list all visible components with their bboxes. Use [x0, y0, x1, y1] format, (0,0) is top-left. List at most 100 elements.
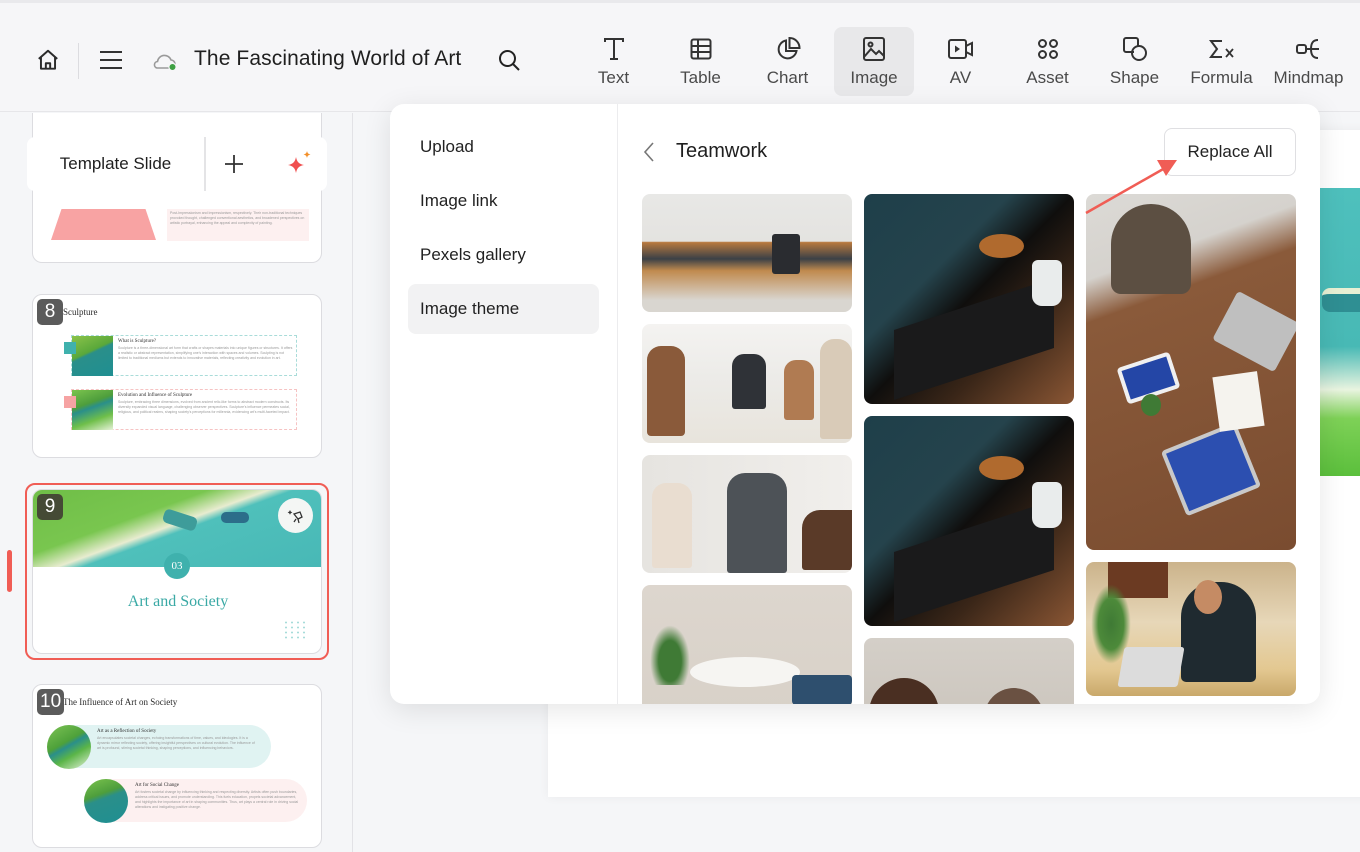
video-icon	[947, 39, 973, 59]
cloud-sync-icon	[153, 54, 177, 72]
toolbar-text[interactable]: Text	[570, 27, 657, 96]
insert-toolbar: Text Table Chart Image AV Asset Shape Fo…	[570, 27, 1352, 97]
toolbar-image[interactable]: Image	[834, 27, 914, 96]
photo-person	[1111, 204, 1191, 294]
theme-photo-laptop-coffee-2[interactable]	[864, 416, 1074, 626]
toolbar-shape-label: Shape	[1109, 68, 1160, 87]
photo-coffee-cup	[1032, 482, 1062, 528]
slide-10-body-1: Art encapsulates societal changes, echoi…	[97, 736, 255, 750]
text-icon	[603, 38, 624, 60]
photo-plant	[1141, 394, 1161, 416]
slide-8-icon-2	[64, 396, 76, 408]
toolbar-mindmap[interactable]: Mindmap	[1265, 27, 1352, 96]
photo-croissant	[979, 234, 1024, 258]
template-slide-group: Template Slide	[27, 137, 261, 191]
mindmap-icon	[1295, 39, 1319, 59]
search-icon	[499, 50, 520, 71]
photo-face	[1194, 580, 1222, 614]
theme-photo-applause[interactable]	[642, 455, 852, 573]
theme-photo-man-laptop[interactable]	[1086, 562, 1296, 696]
dot-grid-decoration	[283, 620, 307, 640]
slide-7-textbox: Post-Impressionism and Impressionism, re…	[167, 209, 309, 241]
photo-person	[820, 339, 852, 439]
table-icon	[690, 38, 711, 60]
photo-person	[802, 510, 852, 570]
photo-laptop	[1117, 647, 1185, 687]
toolbar-av[interactable]: AV	[917, 27, 1004, 96]
slide-panel: Post-Impressionism and Impressionism, re…	[0, 113, 353, 852]
slide-10-image-1	[47, 725, 91, 769]
menu-upload[interactable]: Upload	[408, 122, 599, 172]
slide-8-heading-2: Evolution and Influence of Sculpture	[118, 393, 193, 398]
theme-photo-handshake[interactable]	[642, 324, 852, 443]
image-insert-popover: Upload Image link Pexels gallery Image t…	[390, 104, 1320, 704]
photo-detail	[772, 234, 800, 274]
pie-chart-icon	[777, 36, 801, 60]
slide-8-image-2	[72, 390, 113, 430]
photo-plant	[650, 625, 690, 685]
theme-photo-team-table[interactable]	[1086, 194, 1296, 550]
slide-10-body-2: Art fosters societal change by influenci…	[135, 790, 299, 809]
shape-icon	[1122, 37, 1147, 61]
photo-person	[784, 360, 814, 420]
plus-icon	[224, 155, 243, 173]
replace-all-button[interactable]: Replace All	[1164, 128, 1296, 176]
photo-person	[647, 346, 685, 436]
photo-laptop	[894, 278, 1054, 400]
theme-photo-team-partial[interactable]	[864, 638, 1074, 704]
slide-thumbnail-10[interactable]: 10 The Influence of Art on Society Art a…	[32, 684, 322, 848]
slide-8-icon-1	[64, 342, 76, 354]
sparkle-icon	[288, 151, 311, 173]
menu-pexels-gallery[interactable]: Pexels gallery	[408, 230, 599, 280]
slide-8-image-1	[72, 336, 113, 376]
slide-7-body: Post-Impressionism and Impressionism, re…	[170, 211, 305, 225]
toolbar-formula[interactable]: Formula	[1178, 27, 1265, 96]
chevron-left-icon	[643, 142, 654, 162]
slide-8-body-2: Sculpture, embracing three dimensions, e…	[118, 400, 290, 414]
section-number-badge: 03	[164, 553, 190, 579]
slide-thumbnail-9[interactable]: 9 03 Art and Society	[32, 489, 322, 654]
car-shape	[161, 508, 199, 532]
slide-8-title: Sculpture	[63, 307, 98, 317]
theme-photo-laptop-coffee[interactable]	[864, 194, 1074, 404]
hamburger-menu-icon	[100, 51, 122, 69]
photo-laptop	[894, 500, 1054, 622]
search-button[interactable]	[495, 46, 523, 74]
ai-generate-button[interactable]	[273, 137, 327, 191]
photo-table	[690, 657, 800, 687]
template-slide-button[interactable]: Template Slide	[27, 137, 206, 191]
image-source-menu: Upload Image link Pexels gallery Image t…	[390, 104, 618, 704]
toolbar-table[interactable]: Table	[657, 27, 744, 96]
slide-10-image-2	[84, 779, 128, 823]
photo-coffee-cup	[1032, 260, 1062, 306]
back-button[interactable]	[642, 141, 658, 163]
slide-number: 9	[37, 494, 63, 520]
toolbar-table-label: Table	[680, 68, 721, 87]
toolbar-asset[interactable]: Asset	[1004, 27, 1091, 96]
magic-broom-button[interactable]	[278, 498, 313, 533]
toolbar-image-label: Image	[850, 68, 898, 87]
theme-photo-round-table[interactable]	[642, 585, 852, 704]
slide-thumbnail-8[interactable]: 8 Sculpture What is Sculpture? Sculpture…	[32, 294, 322, 458]
photo-laptop	[1160, 421, 1262, 517]
theme-photo-office[interactable]	[642, 194, 852, 312]
magic-broom-icon	[287, 509, 303, 523]
menu-image-theme[interactable]: Image theme	[408, 284, 599, 334]
add-slide-button[interactable]	[206, 137, 261, 191]
photo-notebook	[1212, 371, 1265, 432]
formula-icon	[1208, 40, 1234, 58]
menu-button[interactable]	[96, 45, 126, 75]
divider	[78, 43, 79, 79]
home-button[interactable]	[33, 45, 63, 75]
photo-person	[652, 483, 692, 568]
document-title[interactable]: The Fascinating World of Art	[194, 47, 461, 71]
toolbar-shape[interactable]: Shape	[1091, 27, 1178, 96]
current-slide-marker	[7, 550, 12, 592]
toolbar-formula-label: Formula	[1190, 68, 1253, 87]
cloud-sync-status[interactable]	[150, 47, 180, 75]
asset-icon	[1037, 39, 1058, 59]
menu-image-link[interactable]: Image link	[408, 176, 599, 226]
toolbar-chart-label: Chart	[766, 68, 809, 87]
toolbar-chart[interactable]: Chart	[744, 27, 831, 96]
canvas-slide-image[interactable]	[1320, 188, 1360, 476]
